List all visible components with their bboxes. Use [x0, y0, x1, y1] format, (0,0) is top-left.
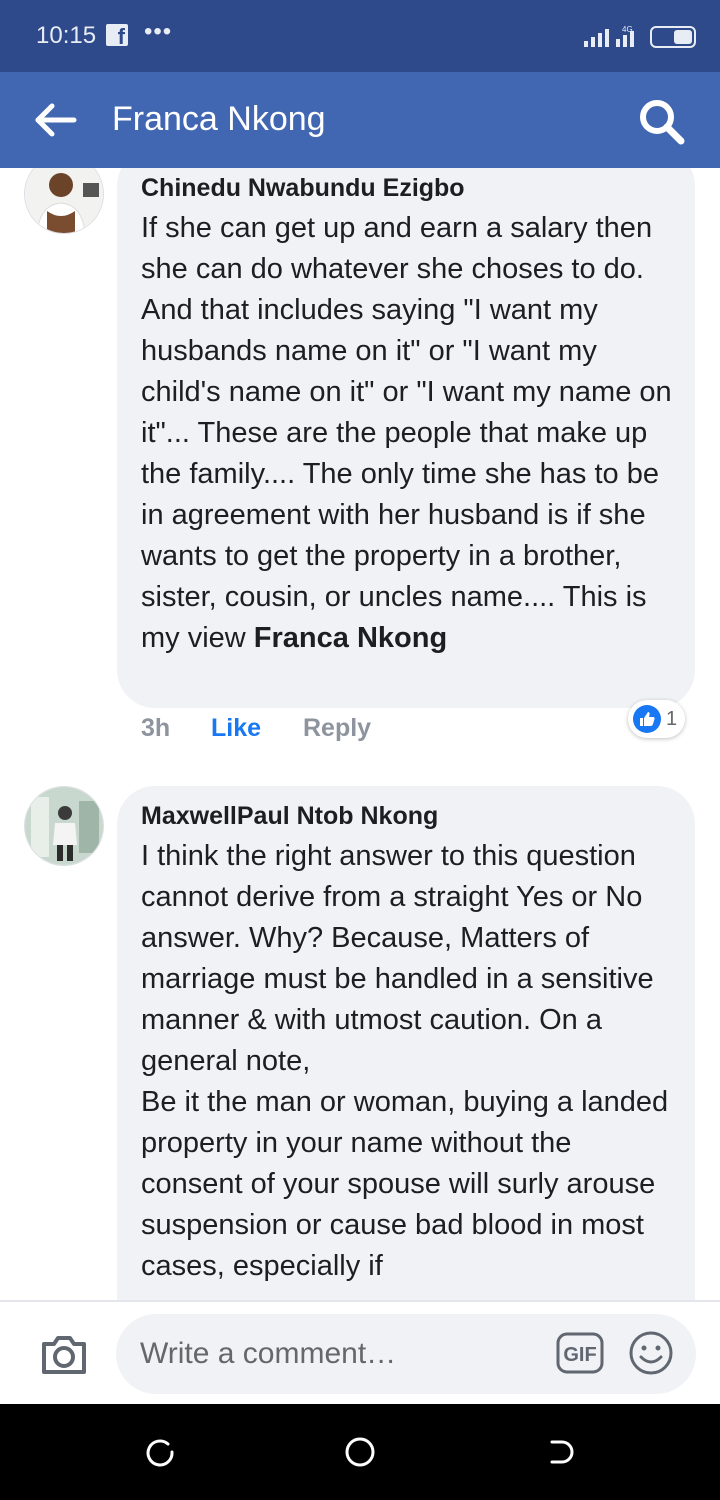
page-title: Franca Nkong [112, 100, 326, 138]
avatar[interactable] [24, 168, 104, 234]
reaction-count-badge[interactable]: 1 [628, 700, 686, 738]
comment-author[interactable]: Chinedu Nwabundu Ezigbo [141, 174, 465, 203]
comment-text: I think the right answer to this questio… [141, 840, 669, 1282]
avatar[interactable] [24, 786, 104, 866]
comment-composer: GIF [0, 1300, 720, 1404]
comment-timestamp: 3h [141, 714, 171, 742]
comments-feed[interactable]: Chinedu Nwabundu Ezigbo If she can get u… [0, 168, 720, 1300]
reaction-count: 1 [666, 707, 678, 730]
comment-bubble[interactable]: MaxwellPaul Ntob Nkong I think the right… [117, 786, 695, 1300]
mention-link[interactable]: Franca Nkong [254, 622, 447, 654]
comment-bubble[interactable]: Chinedu Nwabundu Ezigbo If she can get u… [117, 168, 695, 708]
comment-input[interactable] [116, 1314, 696, 1394]
reply-button[interactable]: Reply [303, 714, 371, 743]
person-avatar-image [25, 168, 103, 233]
back-arrow-icon[interactable] [30, 96, 82, 144]
signal-icon: 4G [584, 26, 634, 47]
gif-label: GIF [563, 1344, 596, 1366]
status-time: 10:15 [36, 22, 97, 49]
more-notifications-icon: ••• [144, 18, 173, 45]
facebook-notification-icon: f [106, 24, 128, 48]
like-button[interactable]: Like [211, 714, 261, 743]
app-header: Franca Nkong [0, 72, 720, 168]
gif-icon[interactable]: GIF [556, 1332, 604, 1374]
camera-icon[interactable] [38, 1330, 90, 1378]
search-icon[interactable] [636, 96, 688, 148]
comment-body: If she can get up and earn a salary then… [141, 212, 672, 654]
home-icon[interactable] [342, 1434, 378, 1470]
comment-author[interactable]: MaxwellPaul Ntob Nkong [141, 802, 438, 831]
battery-icon [650, 26, 696, 48]
status-bar: 10:15 f ••• 4G [0, 0, 720, 72]
network-type-label: 4G [622, 26, 633, 34]
emoji-icon[interactable] [628, 1330, 674, 1376]
recent-apps-icon[interactable] [142, 1434, 178, 1470]
back-nav-icon[interactable] [544, 1434, 580, 1470]
like-reaction-icon [633, 705, 661, 733]
system-navigation-bar [0, 1404, 720, 1500]
person-avatar-image [25, 787, 103, 865]
comment-text: If she can get up and earn a salary then… [141, 208, 681, 659]
